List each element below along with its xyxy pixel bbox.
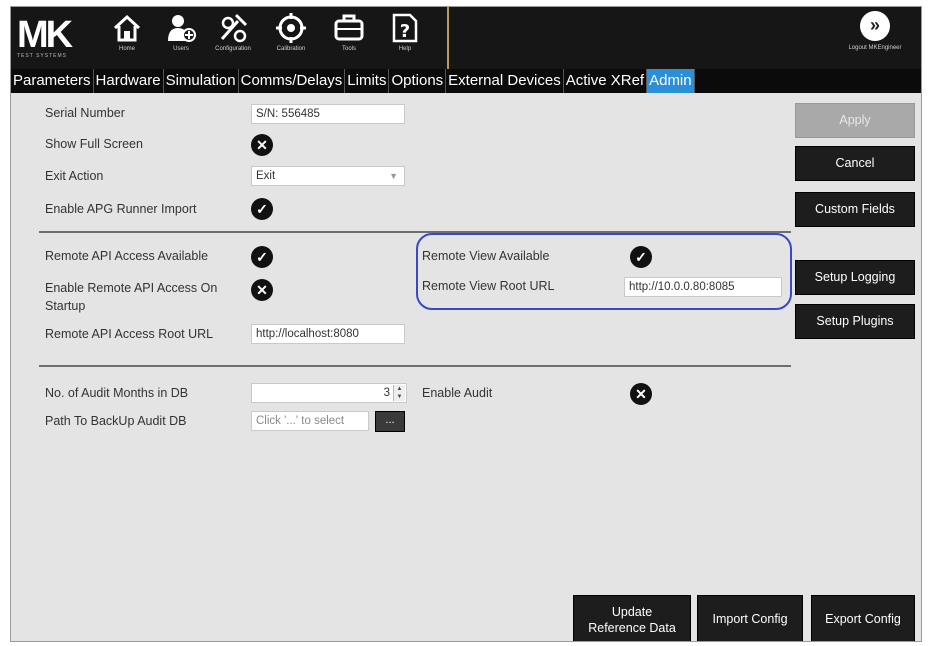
setup-logging-button[interactable]: Setup Logging [795, 260, 915, 295]
logout-label: Logout MKEngineer [848, 45, 902, 51]
remote-api-root-url-field[interactable]: http://localhost:8080 [251, 324, 405, 344]
audit-months-label: No. of Audit Months in DB [45, 386, 189, 400]
remote-view-available-label: Remote View Available [422, 249, 550, 263]
setup-plugins-button[interactable]: Setup Plugins [795, 304, 915, 339]
exit-action-select[interactable]: Exit ▼ [251, 166, 405, 186]
tab-parameters[interactable]: Parameters [11, 69, 94, 93]
configuration-icon [220, 13, 248, 43]
exit-action-value: Exit [256, 170, 276, 182]
cancel-button[interactable]: Cancel [795, 146, 915, 181]
audit-months-value: 3 [383, 387, 390, 399]
help-icon: ? [392, 13, 418, 43]
backup-audit-path-field[interactable]: Click '...' to select [251, 411, 369, 431]
toolbar-users[interactable]: Users [159, 11, 203, 63]
enable-remote-api-on-startup-toggle-x-icon[interactable]: ✕ [251, 279, 273, 301]
svg-text:?: ? [400, 21, 410, 42]
show-full-screen-toggle-x-icon[interactable]: ✕ [251, 134, 273, 156]
audit-months-stepper[interactable]: 3 ▲ ▼ [251, 383, 407, 403]
apply-button[interactable]: Apply [795, 103, 915, 138]
enable-remote-api-on-startup-label: Enable Remote API Access On Startup [45, 281, 218, 313]
toolbar-users-label: Users [173, 46, 189, 52]
export-config-button[interactable]: Export Config [811, 595, 915, 641]
toolbar-calibration-label: Calibration [276, 46, 306, 52]
double-chevron-right-icon: » [860, 11, 890, 41]
toolbar-help-label: Help [398, 46, 412, 52]
remote-view-available-toggle-check-icon[interactable]: ✓ [630, 246, 652, 268]
calibration-icon [276, 13, 306, 43]
toolbar-tools-label: Tools [341, 46, 356, 52]
tab-hardware[interactable]: Hardware [94, 69, 164, 93]
tab-admin[interactable]: Admin [647, 69, 695, 93]
remote-api-access-available-toggle-check-icon[interactable]: ✓ [251, 246, 273, 268]
chevron-down-icon: ▼ [389, 171, 398, 181]
section-divider-2 [39, 365, 791, 367]
logo-text: MK [17, 14, 73, 56]
enable-apg-runner-import-label: Enable APG Runner Import [45, 202, 197, 216]
tab-comms-delays[interactable]: Comms/Delays [239, 69, 346, 93]
users-icon [168, 15, 196, 42]
application-window: MK TEST SYSTEMS Home Users Configuration… [10, 6, 922, 642]
remote-api-access-available-label: Remote API Access Available [45, 249, 209, 263]
toolbar-configuration[interactable]: Configuration [211, 11, 255, 63]
tab-simulation[interactable]: Simulation [164, 69, 239, 93]
toolbar-calibration[interactable]: Calibration [269, 11, 313, 63]
remote-view-root-url-field[interactable]: http://10.0.0.80:8085 [624, 277, 782, 297]
tab-options[interactable]: Options [389, 69, 447, 93]
remote-view-highlight [416, 233, 792, 310]
serial-number-field[interactable]: S/N: 556485 [251, 104, 405, 124]
logo-subtitle: TEST SYSTEMS [17, 53, 67, 59]
remote-api-root-url-label: Remote API Access Root URL [45, 327, 214, 341]
serial-number-label: Serial Number [45, 106, 125, 120]
custom-fields-button[interactable]: Custom Fields [795, 192, 915, 227]
toolbar-home-label: Home [118, 46, 135, 52]
home-icon [113, 14, 141, 42]
show-full-screen-label: Show Full Screen [45, 137, 143, 151]
mk-logo: MK [17, 14, 73, 56]
enable-audit-toggle-x-icon[interactable]: ✕ [630, 383, 652, 405]
tools-icon [334, 14, 364, 41]
toolbar-help[interactable]: ? Help [383, 11, 427, 63]
enable-audit-label: Enable Audit [422, 386, 493, 400]
backup-audit-path-label: Path To BackUp Audit DB [45, 414, 187, 428]
toolbar-tools[interactable]: Tools [327, 11, 371, 63]
update-reference-data-line2: Reference Data [588, 621, 676, 635]
tab-limits[interactable]: Limits [345, 69, 390, 93]
browse-button[interactable]: ... [375, 411, 405, 432]
update-reference-data-line1: Update [611, 605, 653, 619]
tab-external-devices[interactable]: External Devices [446, 69, 564, 93]
top-toolbar: MK TEST SYSTEMS Home Users Configuration… [11, 7, 921, 69]
remote-view-root-url-label: Remote View Root URL [422, 279, 555, 293]
import-config-button[interactable]: Import Config [697, 595, 803, 641]
spinner-arrows-icon[interactable]: ▲ ▼ [393, 385, 405, 401]
update-reference-data-button[interactable]: Update Reference Data [573, 595, 691, 641]
logout-button[interactable]: » Logout MKEngineer [835, 11, 915, 51]
toolbar-home[interactable]: Home [105, 11, 149, 63]
tab-active-xref[interactable]: Active XRef [564, 69, 648, 93]
exit-action-label: Exit Action [45, 169, 104, 183]
enable-apg-runner-import-toggle-check-icon[interactable]: ✓ [251, 198, 273, 220]
toolbar-divider [447, 7, 449, 69]
toolbar-configuration-label: Configuration [215, 46, 251, 52]
tab-bar: Parameters Hardware Simulation Comms/Del… [11, 69, 921, 93]
